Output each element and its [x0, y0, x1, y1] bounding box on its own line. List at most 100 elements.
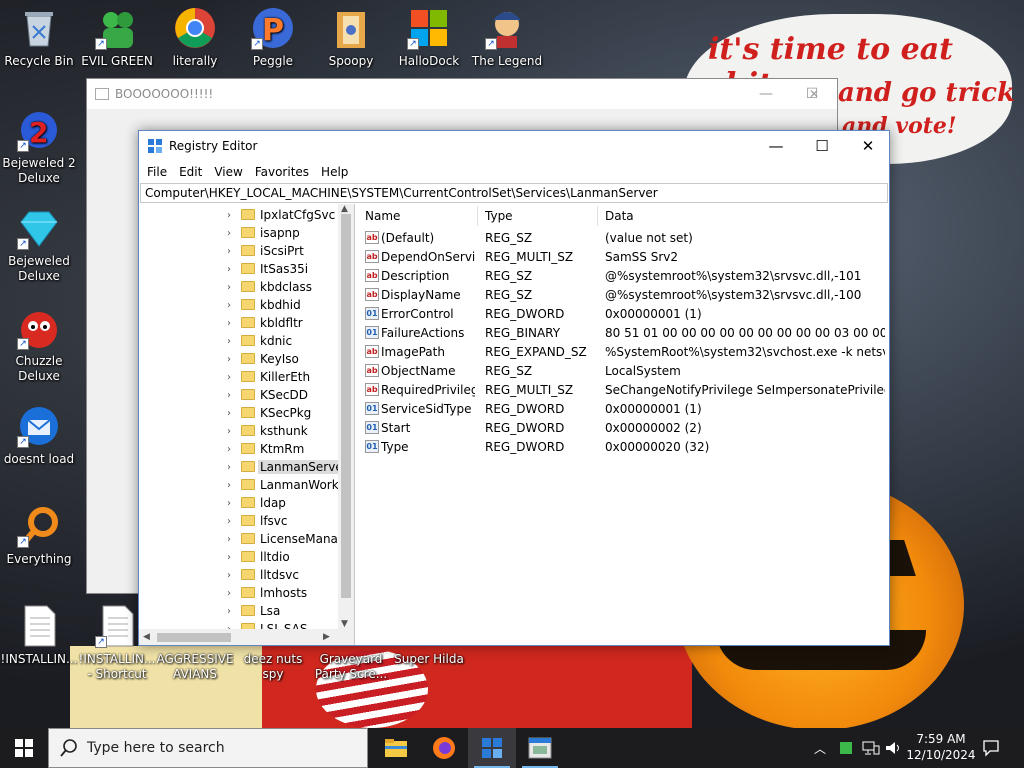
- column-header-type[interactable]: Type: [485, 209, 513, 223]
- scroll-down-icon[interactable]: ▼: [341, 619, 348, 629]
- desktop-icon-super-hilda[interactable]: Super Hilda: [390, 652, 468, 667]
- value-row[interactable]: abRequiredPrivileg... REG_MULTI_SZ SeChang…: [357, 381, 889, 400]
- tree-key-row[interactable]: › IpxlatCfgSvc: [139, 206, 339, 224]
- tree-key-row[interactable]: › ksthunk: [139, 422, 339, 440]
- tree-key-row[interactable]: › LicenseManag: [139, 530, 346, 548]
- tree-key-row[interactable]: › KSecDD: [139, 386, 339, 404]
- boo-window-titlebar[interactable]: BOOOOOOO!!!!! — ☐: [87, 79, 837, 109]
- tree-key-row[interactable]: › kdnic: [139, 332, 339, 350]
- tree-key-row[interactable]: › iScsiPrt: [139, 242, 339, 260]
- desktop-icon-doesnt-load[interactable]: ↗ doesnt load: [0, 404, 78, 467]
- expand-chevron-icon[interactable]: ›: [227, 210, 231, 221]
- tree-key-row[interactable]: › lfsvc: [139, 512, 339, 530]
- expand-chevron-icon[interactable]: ›: [227, 354, 231, 365]
- tree-key-row[interactable]: › ldap: [139, 494, 339, 512]
- expand-chevron-icon[interactable]: ›: [227, 570, 231, 581]
- tray-app-icon-button[interactable]: [838, 728, 854, 768]
- desktop-icon-hallodock[interactable]: ↗ HalloDock: [390, 6, 468, 69]
- tree-key-row[interactable]: › KeyIso: [139, 350, 339, 368]
- tree-key-row[interactable]: › lltdio: [139, 548, 339, 566]
- taskbar-file-explorer[interactable]: [372, 728, 420, 768]
- tree-key-row[interactable]: › lmhosts: [139, 584, 339, 602]
- menu-file[interactable]: File: [141, 165, 173, 179]
- key-tree[interactable]: ›LSI_SAS›Lsa›lmhosts›lltdsvc›lltdio›Lice…: [139, 204, 355, 645]
- expand-chevron-icon[interactable]: ›: [227, 318, 231, 329]
- scrollbar-thumb[interactable]: [341, 214, 351, 598]
- tree-key-row[interactable]: › ItSas35i: [139, 260, 339, 278]
- expand-chevron-icon[interactable]: ›: [227, 300, 231, 311]
- minimize-button[interactable]: —: [743, 79, 789, 109]
- value-row[interactable]: 01 Start REG_DWORD 0x00000002 (2): [357, 419, 889, 438]
- expand-chevron-icon[interactable]: ›: [227, 588, 231, 599]
- menu-help[interactable]: Help: [315, 165, 354, 179]
- taskbar-window-app[interactable]: [516, 728, 564, 768]
- desktop-icon-peggle[interactable]: P ↗ Peggle Nights Del...: [234, 6, 312, 69]
- tree-key-row[interactable]: › KSecPkg: [139, 404, 339, 422]
- desktop-icon-evil-green-men[interactable]: ↗ EVIL GREEN MEN GO...: [78, 6, 156, 69]
- notifications-button[interactable]: [982, 728, 1000, 768]
- desktop-icon-bejeweled-2[interactable]: 2 ↗ Bejeweled 2 Deluxe: [0, 108, 78, 186]
- expand-chevron-icon[interactable]: ›: [227, 408, 231, 419]
- tree-key-row[interactable]: › isapnp: [139, 224, 339, 242]
- close-button[interactable]: ✕: [791, 79, 837, 109]
- expand-chevron-icon[interactable]: ›: [227, 372, 231, 383]
- expand-chevron-icon[interactable]: ›: [227, 534, 231, 545]
- expand-chevron-icon[interactable]: ›: [227, 426, 231, 437]
- expand-chevron-icon[interactable]: ›: [227, 552, 231, 563]
- desktop-icon-literally[interactable]: literally: [156, 6, 234, 69]
- scrollbar-thumb[interactable]: [157, 633, 231, 642]
- expand-chevron-icon[interactable]: ›: [227, 246, 231, 257]
- tree-key-row[interactable]: › LanmanServer: [139, 458, 350, 476]
- menu-view[interactable]: View: [208, 165, 248, 179]
- tree-key-row[interactable]: › Lsa: [139, 602, 339, 620]
- taskbar-search-box[interactable]: Type here to search: [48, 728, 368, 768]
- taskbar-registry-editor[interactable]: [468, 728, 516, 768]
- value-row[interactable]: 01 FailureActions REG_BINARY 80 51 01 00 00…: [357, 324, 889, 343]
- desktop-icon-deez-nuts-spy[interactable]: deez nuts spy: [234, 652, 312, 682]
- tree-key-row[interactable]: › LanmanWorks: [139, 476, 345, 494]
- column-header-data[interactable]: Data: [605, 209, 634, 223]
- scroll-up-icon[interactable]: ▲: [341, 204, 348, 214]
- value-row[interactable]: abDependOnService REG_MULTI_SZ SamSS Srv2: [357, 248, 889, 267]
- registry-editor-window[interactable]: Registry Editor — ☐ ✕ File Edit View Fav…: [138, 130, 890, 646]
- expand-chevron-icon[interactable]: ›: [227, 336, 231, 347]
- expand-chevron-icon[interactable]: ›: [227, 498, 231, 509]
- value-row[interactable]: ab ObjectName REG_SZ LocalSystem: [357, 362, 889, 381]
- tree-key-row[interactable]: › kbdhid: [139, 296, 339, 314]
- tree-key-row[interactable]: › kbdclass: [139, 278, 339, 296]
- value-row[interactable]: ab ImagePath REG_EXPAND_SZ %SystemRoot%\sys…: [357, 343, 889, 362]
- column-separator[interactable]: [597, 206, 598, 226]
- scroll-left-icon[interactable]: ◀: [143, 632, 150, 642]
- taskbar-firefox[interactable]: [420, 728, 468, 768]
- value-row[interactable]: ab Description REG_SZ @%systemroot%\system3…: [357, 267, 889, 286]
- tree-key-row[interactable]: › KtmRm: [139, 440, 339, 458]
- desktop-icon-bejeweled[interactable]: ↗ Bejeweled Deluxe: [0, 206, 78, 284]
- desktop-icon-chuzzle[interactable]: ↗ Chuzzle Deluxe: [0, 306, 78, 384]
- desktop-icon-recycle-bin[interactable]: Recycle Bin: [0, 6, 78, 69]
- menu-edit[interactable]: Edit: [173, 165, 208, 179]
- start-button[interactable]: [0, 728, 48, 768]
- expand-chevron-icon[interactable]: ›: [227, 282, 231, 293]
- scroll-right-icon[interactable]: ▶: [323, 632, 330, 642]
- expand-chevron-icon[interactable]: ›: [227, 264, 231, 275]
- value-row[interactable]: 01 ServiceSidType REG_DWORD 0x00000001 (1): [357, 400, 889, 419]
- maximize-button[interactable]: ☐: [799, 131, 845, 161]
- tree-key-row[interactable]: › lltdsvc: [139, 566, 339, 584]
- value-row[interactable]: 01 Type REG_DWORD 0x00000020 (32): [357, 438, 889, 457]
- tree-key-row[interactable]: › KillerEth: [139, 368, 339, 386]
- tree-vertical-scrollbar[interactable]: ▲ ▼: [338, 204, 354, 629]
- expand-chevron-icon[interactable]: ›: [227, 462, 231, 473]
- expand-chevron-icon[interactable]: ›: [227, 228, 231, 239]
- desktop-icon-legend-of-tibet[interactable]: ↗ The Legend of Tib...: [468, 6, 546, 69]
- menu-favorites[interactable]: Favorites: [249, 165, 315, 179]
- desktop-icon-graveyard-party[interactable]: Graveyard Party Scre...: [312, 652, 390, 682]
- expand-chevron-icon[interactable]: ›: [227, 480, 231, 491]
- desktop-icon-everything[interactable]: ↗ Everything: [0, 504, 78, 567]
- minimize-button[interactable]: —: [753, 131, 799, 161]
- column-header-name[interactable]: Name: [365, 209, 400, 223]
- column-separator[interactable]: [477, 206, 478, 226]
- desktop-icon-aggressive-avians[interactable]: AGGRESSIVE AVIANS: [156, 652, 234, 682]
- tree-key-row[interactable]: › kbldfltr: [139, 314, 339, 332]
- volume-button[interactable]: [884, 728, 902, 768]
- network-button[interactable]: [862, 728, 880, 768]
